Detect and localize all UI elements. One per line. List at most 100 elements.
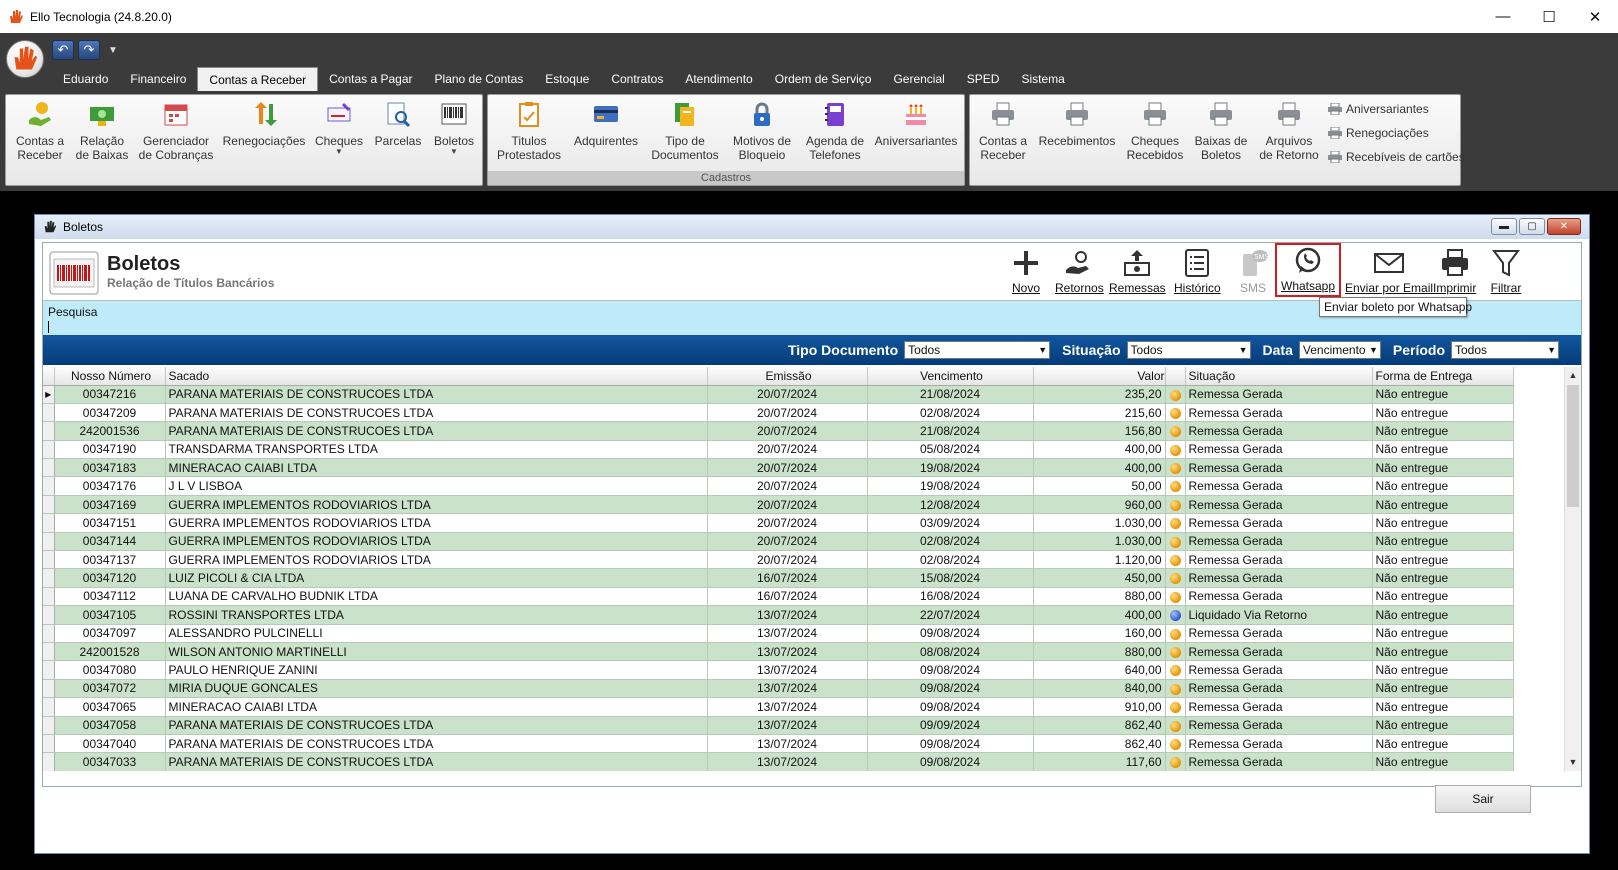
sair-button[interactable]: Sair: [1435, 785, 1531, 813]
ribbon-aniversariantes-button[interactable]: Aniversariantes: [872, 99, 960, 148]
whatsapp-button[interactable]: Whatsapp: [1274, 243, 1342, 297]
tab-financeiro[interactable]: Financeiro: [119, 67, 197, 91]
tab-eduardo[interactable]: Eduardo: [52, 67, 119, 91]
imprimir-button[interactable]: Imprimir: [1433, 247, 1476, 295]
tab-contas-a-receber[interactable]: Contas a Receber: [197, 67, 319, 91]
ribbon-relacao-de-baixas-button[interactable]: Relação de Baixas: [74, 99, 130, 162]
ribbon-contas-a-receber-button[interactable]: Contas a Receber: [14, 99, 66, 162]
table-row[interactable]: 00347176 J L V LISBOA 20/07/2024 19/08/2024…: [43, 476, 1514, 496]
column-header-vencimento[interactable]: Vencimento: [867, 367, 1034, 386]
tab-sped[interactable]: SPED: [956, 67, 1011, 91]
cell-vencimento: 08/08/2024: [867, 642, 1034, 662]
sms-button[interactable]: SMS SMS: [1236, 247, 1270, 295]
retornos-button[interactable]: Retornos: [1055, 247, 1104, 295]
cell-nosso-numero: 00347065: [54, 697, 166, 717]
table-row[interactable]: 00347105 ROSSINI TRANSPORTES LTDA 13/07/20…: [43, 605, 1514, 625]
filtrar-button[interactable]: Filtrar: [1489, 247, 1523, 295]
periodo-select[interactable]: Todos ▼: [1451, 341, 1559, 359]
column-header-forma-de-entrega[interactable]: Forma de Entrega: [1372, 367, 1514, 386]
documents-icon: [675, 103, 694, 126]
ribbon-cheques-button[interactable]: Cheques ▼: [314, 99, 364, 156]
filter-bar: Tipo Documento Todos ▼ Situação Todos ▼ Da…: [43, 335, 1581, 365]
table-row[interactable]: 00347033 PARANA MATERIAIS DE CONSTRUCOES …: [43, 752, 1514, 771]
tab-atendimento[interactable]: Atendimento: [674, 67, 763, 91]
column-header-situacao[interactable]: Situação: [1185, 367, 1373, 386]
ribbon-parcelas-button[interactable]: Parcelas: [372, 99, 424, 148]
novo-button[interactable]: Novo: [1009, 247, 1043, 295]
column-header-valor[interactable]: Valor: [1033, 367, 1166, 386]
status-orange-icon: [1169, 628, 1181, 640]
scroll-up-icon[interactable]: ▲: [1565, 367, 1581, 384]
table-row[interactable]: 00347137 GUERRA IMPLEMENTOS RODOVIARIOS L…: [43, 550, 1514, 570]
minimize-button[interactable]: —: [1480, 0, 1526, 33]
tipo-documento-select[interactable]: Todos ▼: [904, 341, 1051, 359]
table-row[interactable]: 00347080 PAULO HENRIQUE ZANINI 13/07/2024 0…: [43, 660, 1514, 680]
column-header-status-icon[interactable]: [1165, 367, 1186, 386]
tab-contratos[interactable]: Contratos: [600, 67, 674, 91]
table-row[interactable]: 00347209 PARANA MATERIAIS DE CONSTRUCOES …: [43, 403, 1514, 423]
ribbon-report-cheques-recebidos-button[interactable]: Cheques Recebidos: [1124, 99, 1186, 162]
tab-ordem-de-servico[interactable]: Ordem de Serviço: [764, 67, 883, 91]
maximize-button[interactable]: ☐: [1526, 0, 1572, 33]
ribbon-agenda-de-telefones-button[interactable]: Agenda de Telefones: [802, 99, 868, 162]
table-row[interactable]: 242001536 PARANA MATERIAIS DE CONSTRUCOES…: [43, 421, 1514, 441]
table-row[interactable]: 00347169 GUERRA IMPLEMENTOS RODOVIARIOS L…: [43, 495, 1514, 515]
table-row[interactable]: ▶ 00347216 PARANA MATERIAIS DE CONSTRUCOES…: [43, 385, 1514, 404]
table-row[interactable]: 00347072 MIRIA DUQUE GONCALES 13/07/2024 09…: [43, 679, 1514, 699]
table-row[interactable]: 00347040 PARANA MATERIAIS DE CONSTRUCOES …: [43, 734, 1514, 754]
ribbon-tipo-de-documentos-button[interactable]: Tipo de Documentos: [648, 99, 722, 162]
data-select[interactable]: Vencimento ▼: [1298, 341, 1381, 359]
table-row[interactable]: 00347190 TRANSDARMA TRANSPORTES LTDA 20/07…: [43, 440, 1514, 460]
situacao-select[interactable]: Todos ▼: [1126, 341, 1251, 359]
column-header-sacado[interactable]: Sacado: [165, 367, 708, 386]
table-row[interactable]: 00347151 GUERRA IMPLEMENTOS RODOVIARIOS L…: [43, 513, 1514, 533]
undo-button[interactable]: ↶: [52, 40, 74, 60]
ribbon-report-renegociacoes-item[interactable]: Renegociações: [1328, 125, 1465, 141]
ribbon-report-recebiveis-de-cartoes-item[interactable]: Recebíveis de cartões: [1328, 149, 1465, 165]
ribbon-adquirentes-button[interactable]: Adquirentes: [570, 99, 642, 148]
ribbon-report-arquivos-de-retorno-button[interactable]: Arquivos de Retorno: [1256, 99, 1322, 162]
ribbon-report-baixas-de-boletos-button[interactable]: Baixas de Boletos: [1190, 99, 1252, 162]
window-close-button[interactable]: ✕: [1547, 218, 1581, 235]
ribbon-boletos-button[interactable]: Boletos ▼: [430, 99, 478, 156]
table-row[interactable]: 00347120 LUIZ PICOLI & CIA LTDA 16/07/2024…: [43, 568, 1514, 588]
ribbon-renegociacoes-button[interactable]: Renegociações: [223, 99, 305, 148]
ribbon-titulos-protestados-button[interactable]: Titulos Protestados: [494, 99, 564, 162]
table-row[interactable]: 00347065 MINERACAO CAIABI LTDA 13/07/2024 0…: [43, 697, 1514, 717]
table-row[interactable]: 00347183 MINERACAO CAIABI LTDA 20/07/2024 1…: [43, 458, 1514, 478]
search-input[interactable]: [48, 321, 49, 333]
ribbon-report-contas-a-receber-button[interactable]: Contas a Receber: [972, 99, 1034, 162]
ribbon-report-aniversariantes-item[interactable]: Aniversariantes: [1328, 101, 1465, 117]
cell-valor: 862,40: [1033, 716, 1166, 735]
tab-contas-a-pagar[interactable]: Contas a Pagar: [318, 67, 423, 91]
window-maximize-button[interactable]: ▢: [1519, 218, 1545, 235]
ribbon-motivos-de-bloqueio-button[interactable]: Motivos de Bloqueio: [728, 99, 796, 162]
window-minimize-button[interactable]: ▬: [1491, 218, 1517, 235]
cell-emissao: 16/07/2024: [707, 568, 868, 588]
scroll-down-icon[interactable]: ▼: [1565, 754, 1581, 771]
column-header-emissao[interactable]: Emissão: [707, 367, 868, 386]
tab-estoque[interactable]: Estoque: [534, 67, 600, 91]
scroll-thumb[interactable]: [1567, 385, 1579, 507]
tab-plano-de-contas[interactable]: Plano de Contas: [424, 67, 535, 91]
grid-vertical-scrollbar[interactable]: ▲ ▼: [1564, 367, 1581, 771]
table-row[interactable]: 00347112 LUANA DE CARVALHO BUDNIK LTDA 16/…: [43, 587, 1514, 607]
remessas-button[interactable]: Remessas: [1109, 247, 1166, 295]
historico-button[interactable]: Histórico: [1174, 247, 1221, 295]
enviar-por-email-button[interactable]: Enviar por Email: [1345, 247, 1433, 295]
tab-sistema[interactable]: Sistema: [1010, 67, 1075, 91]
table-row[interactable]: 00347058 PARANA MATERIAIS DE CONSTRUCOES …: [43, 716, 1514, 735]
table-row[interactable]: 242001528 WILSON ANTONIO MARTINELLI 13/07/…: [43, 642, 1514, 662]
printer-icon: [1066, 102, 1088, 126]
close-app-button[interactable]: ✕: [1572, 0, 1618, 33]
redo-button[interactable]: ↷: [78, 40, 100, 60]
ribbon-gerenciador-de-cobrancas-button[interactable]: Gerenciador de Cobranças: [138, 99, 214, 162]
ribbon-report-recebimentos-button[interactable]: Recebimentos: [1038, 99, 1116, 148]
customize-toolbar-icon[interactable]: ▼: [108, 45, 118, 56]
table-row[interactable]: 00347097 ALESSANDRO PULCINELLI 13/07/2024 0…: [43, 624, 1514, 643]
column-header-nosso-numero[interactable]: Nosso Número: [54, 367, 166, 386]
tab-gerencial[interactable]: Gerencial: [882, 67, 955, 91]
table-row[interactable]: 00347144 GUERRA IMPLEMENTOS RODOVIARIOS L…: [43, 532, 1514, 552]
app-menu-logo[interactable]: [6, 40, 44, 78]
cell-sacado: MINERACAO CAIABI LTDA: [165, 458, 708, 478]
